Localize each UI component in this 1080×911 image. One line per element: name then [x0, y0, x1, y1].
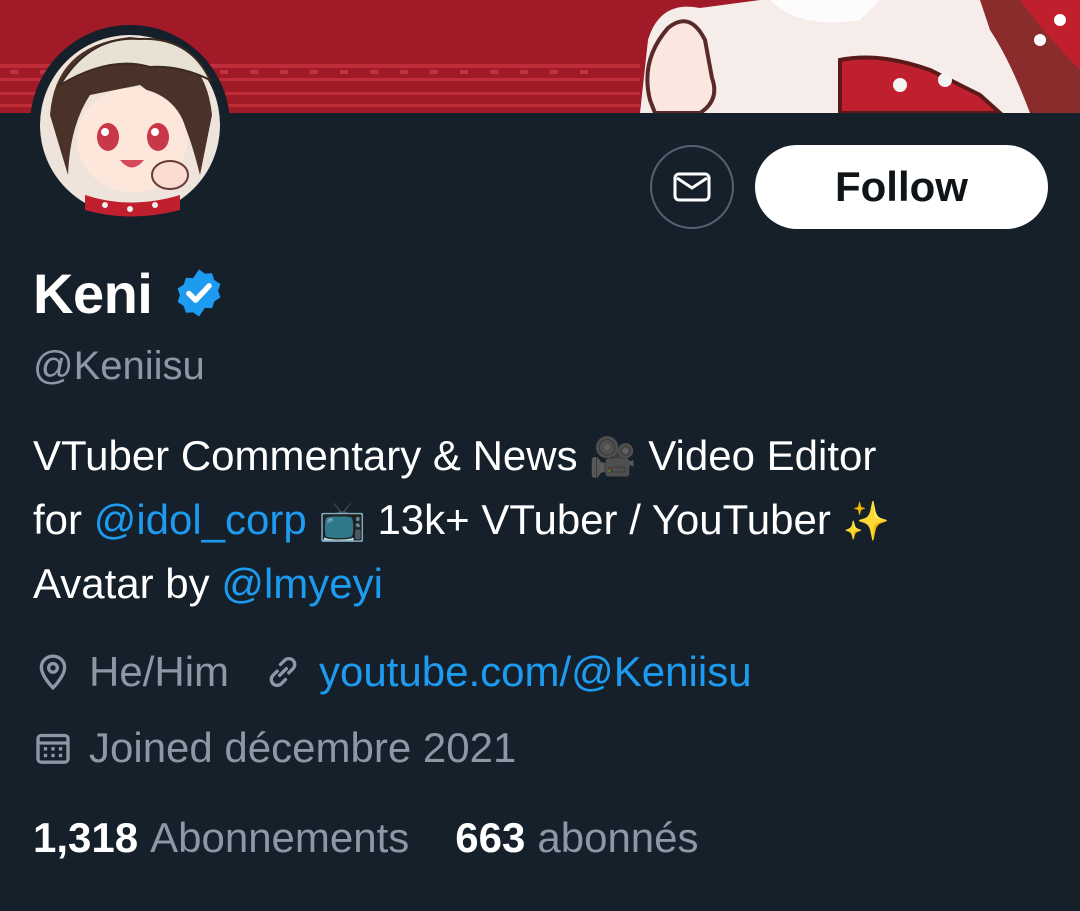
- joined-date: Joined décembre 2021: [89, 724, 517, 771]
- user-handle: @Keniisu: [33, 344, 205, 388]
- following-label: Abonnements: [150, 814, 410, 861]
- mention-link-lmyeyi[interactable]: @lmyeyi: [221, 560, 383, 607]
- followers-link[interactable]: 663 abonnés: [455, 814, 698, 862]
- followers-label: abonnés: [537, 814, 699, 861]
- bio-line-3: Avatar by @lmyeyi: [33, 553, 1043, 615]
- link-icon: [269, 657, 297, 687]
- calendar-icon: [36, 733, 70, 764]
- location-pin-icon: [39, 654, 67, 691]
- profile-avatar[interactable]: [30, 25, 230, 225]
- bio-text: 13k+ VTuber / YouTuber: [377, 496, 843, 543]
- follow-button[interactable]: Follow: [755, 145, 1048, 229]
- bio-text: VTuber Commentary & News: [33, 432, 590, 479]
- display-name-row: Keni: [33, 258, 226, 328]
- sparkles-emoji: ✨: [842, 501, 890, 543]
- message-button[interactable]: [650, 145, 734, 229]
- verified-badge-icon[interactable]: [172, 266, 226, 320]
- bio-line-2: for @idol_corp 📺 13k+ VTuber / YouTuber …: [33, 489, 1043, 553]
- mention-link-idol-corp[interactable]: @idol_corp: [94, 496, 307, 543]
- bio-line-1: VTuber Commentary & News 🎥 Video Editor: [33, 425, 1043, 489]
- envelope-icon: [673, 172, 711, 202]
- movie-camera-emoji: 🎥: [589, 437, 637, 479]
- bio-text: Avatar by: [33, 560, 222, 607]
- location-text: He/Him: [89, 648, 230, 695]
- website-link[interactable]: youtube.com/@Keniisu: [319, 648, 752, 696]
- profile-bio: VTuber Commentary & News 🎥 Video Editor …: [33, 425, 1043, 615]
- profile-joined-row: Joined décembre 2021: [33, 718, 516, 778]
- following-link[interactable]: 1,318 Abonnements: [33, 814, 409, 862]
- bio-text: Video Editor: [648, 432, 877, 479]
- display-name: Keni: [33, 261, 153, 325]
- television-emoji: 📺: [318, 501, 366, 543]
- follow-stats: 1,318 Abonnements 663 abonnés: [33, 808, 699, 868]
- profile-meta-row: He/Him youtube.com/@Keniisu: [33, 642, 752, 702]
- bio-text: for: [33, 496, 94, 543]
- followers-count: 663: [455, 814, 526, 861]
- avatar-image: [30, 25, 230, 225]
- following-count: 1,318: [33, 814, 139, 861]
